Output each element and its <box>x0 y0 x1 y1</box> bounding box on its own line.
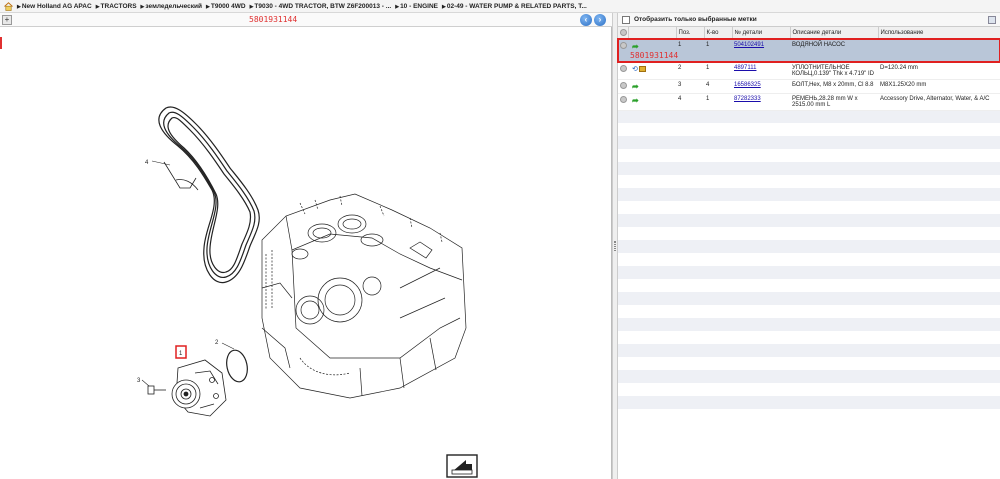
breadcrumb-item[interactable]: ▶TRACTORS <box>96 3 137 10</box>
column-description[interactable]: Описание детали <box>790 27 879 40</box>
part-link[interactable]: 16586325 <box>734 82 761 88</box>
bolt-drawing <box>147 385 166 395</box>
exploded-parts-diagram: 4 2 1 3 <box>137 106 478 478</box>
column-pos[interactable]: Поз. <box>676 27 705 40</box>
table-row[interactable]: ➦5801931144 1 1 504102491 ВОДЯНОЙ НАСОС <box>617 38 1000 63</box>
gear-icon[interactable] <box>620 95 627 103</box>
table-row[interactable]: ➦ 3 4 16586325 БОЛТ,Hex, M8 x 20mm, Cl 8… <box>618 79 1000 94</box>
parts-list-pane: Отобразить только выбранные метки Поз. К… <box>617 13 1000 479</box>
callout-3: 3 <box>137 378 141 384</box>
column-qty[interactable]: К-во <box>704 27 733 40</box>
o-ring-drawing <box>226 349 248 383</box>
gear-icon[interactable] <box>620 81 627 89</box>
previous-arrow-icon[interactable]: ‹ <box>580 14 592 26</box>
diagram-pane: + 5801931144 ‹ › 4 2 1 3 <box>0 13 612 479</box>
breadcrumb-item[interactable]: ▶земледельческий <box>141 3 202 10</box>
filter-bar: Отобразить только выбранные метки <box>618 13 1000 27</box>
column-actions <box>628 27 677 40</box>
green-arrow-icon[interactable]: ➦ <box>632 42 639 51</box>
breadcrumb-item[interactable]: ▶02-49 - WATER PUMP & RELATED PARTS, T..… <box>442 3 587 10</box>
gear-icon[interactable] <box>620 64 627 72</box>
breadcrumb-item[interactable]: ▶New Holland AG APAC <box>17 3 92 10</box>
home-icon[interactable] <box>4 1 13 11</box>
breadcrumb: ▶New Holland AG APAC ▶TRACTORS ▶земледел… <box>0 0 1000 13</box>
breadcrumb-item[interactable]: ▶T9000 4WD <box>206 3 246 10</box>
nav-buttons: ‹ › <box>580 14 606 26</box>
column-icon <box>618 27 629 40</box>
refresh-icon[interactable]: ⟲ <box>632 65 638 73</box>
settings-icon[interactable] <box>988 16 996 24</box>
water-pump-drawing <box>171 359 227 417</box>
breadcrumb-item[interactable]: ▶10 - ENGINE <box>395 3 438 10</box>
next-page-icon <box>446 454 478 478</box>
part-link[interactable]: 4897111 <box>734 65 756 71</box>
engine-block-drawing <box>261 193 467 399</box>
selected-part-number: 5801931144 <box>249 15 298 24</box>
breadcrumb-item[interactable]: ▶T9030 - 4WD TRACTOR, BTW Z6F200013 - ..… <box>250 3 392 10</box>
next-arrow-icon[interactable]: › <box>594 14 606 26</box>
callout-2: 2 <box>215 340 219 346</box>
callout-4: 4 <box>145 160 149 166</box>
parts-table: Поз. К-во № детали Описание детали Испол… <box>617 27 1000 422</box>
green-arrow-icon[interactable]: ➦ <box>632 82 639 91</box>
show-selected-checkbox[interactable] <box>622 15 630 24</box>
filter-label: Отобразить только выбранные метки <box>634 16 757 23</box>
column-part-number[interactable]: № детали <box>732 27 791 40</box>
part-link[interactable]: 87282333 <box>734 96 761 102</box>
table-row[interactable]: ➦ 4 1 87282333 РЕМЕНЬ,28.28 mm W x 2515.… <box>618 93 1000 111</box>
part-link[interactable]: 504102491 <box>734 42 764 48</box>
package-icon[interactable] <box>638 65 646 72</box>
gear-icon[interactable] <box>620 29 627 37</box>
gear-icon[interactable] <box>620 41 627 49</box>
table-row[interactable]: ⟲ 2 1 4897111 УПЛОТНИТЕЛЬНОЕ КОЛЬЦ,0.139… <box>618 62 1000 80</box>
column-usage[interactable]: Использование <box>878 27 1000 40</box>
diagram-toolbar: + 5801931144 ‹ › <box>0 13 612 27</box>
green-arrow-icon[interactable]: ➦ <box>632 96 639 105</box>
callout-1: 1 <box>179 351 183 357</box>
expand-button[interactable]: + <box>2 15 12 25</box>
belt-drawing <box>158 106 260 284</box>
